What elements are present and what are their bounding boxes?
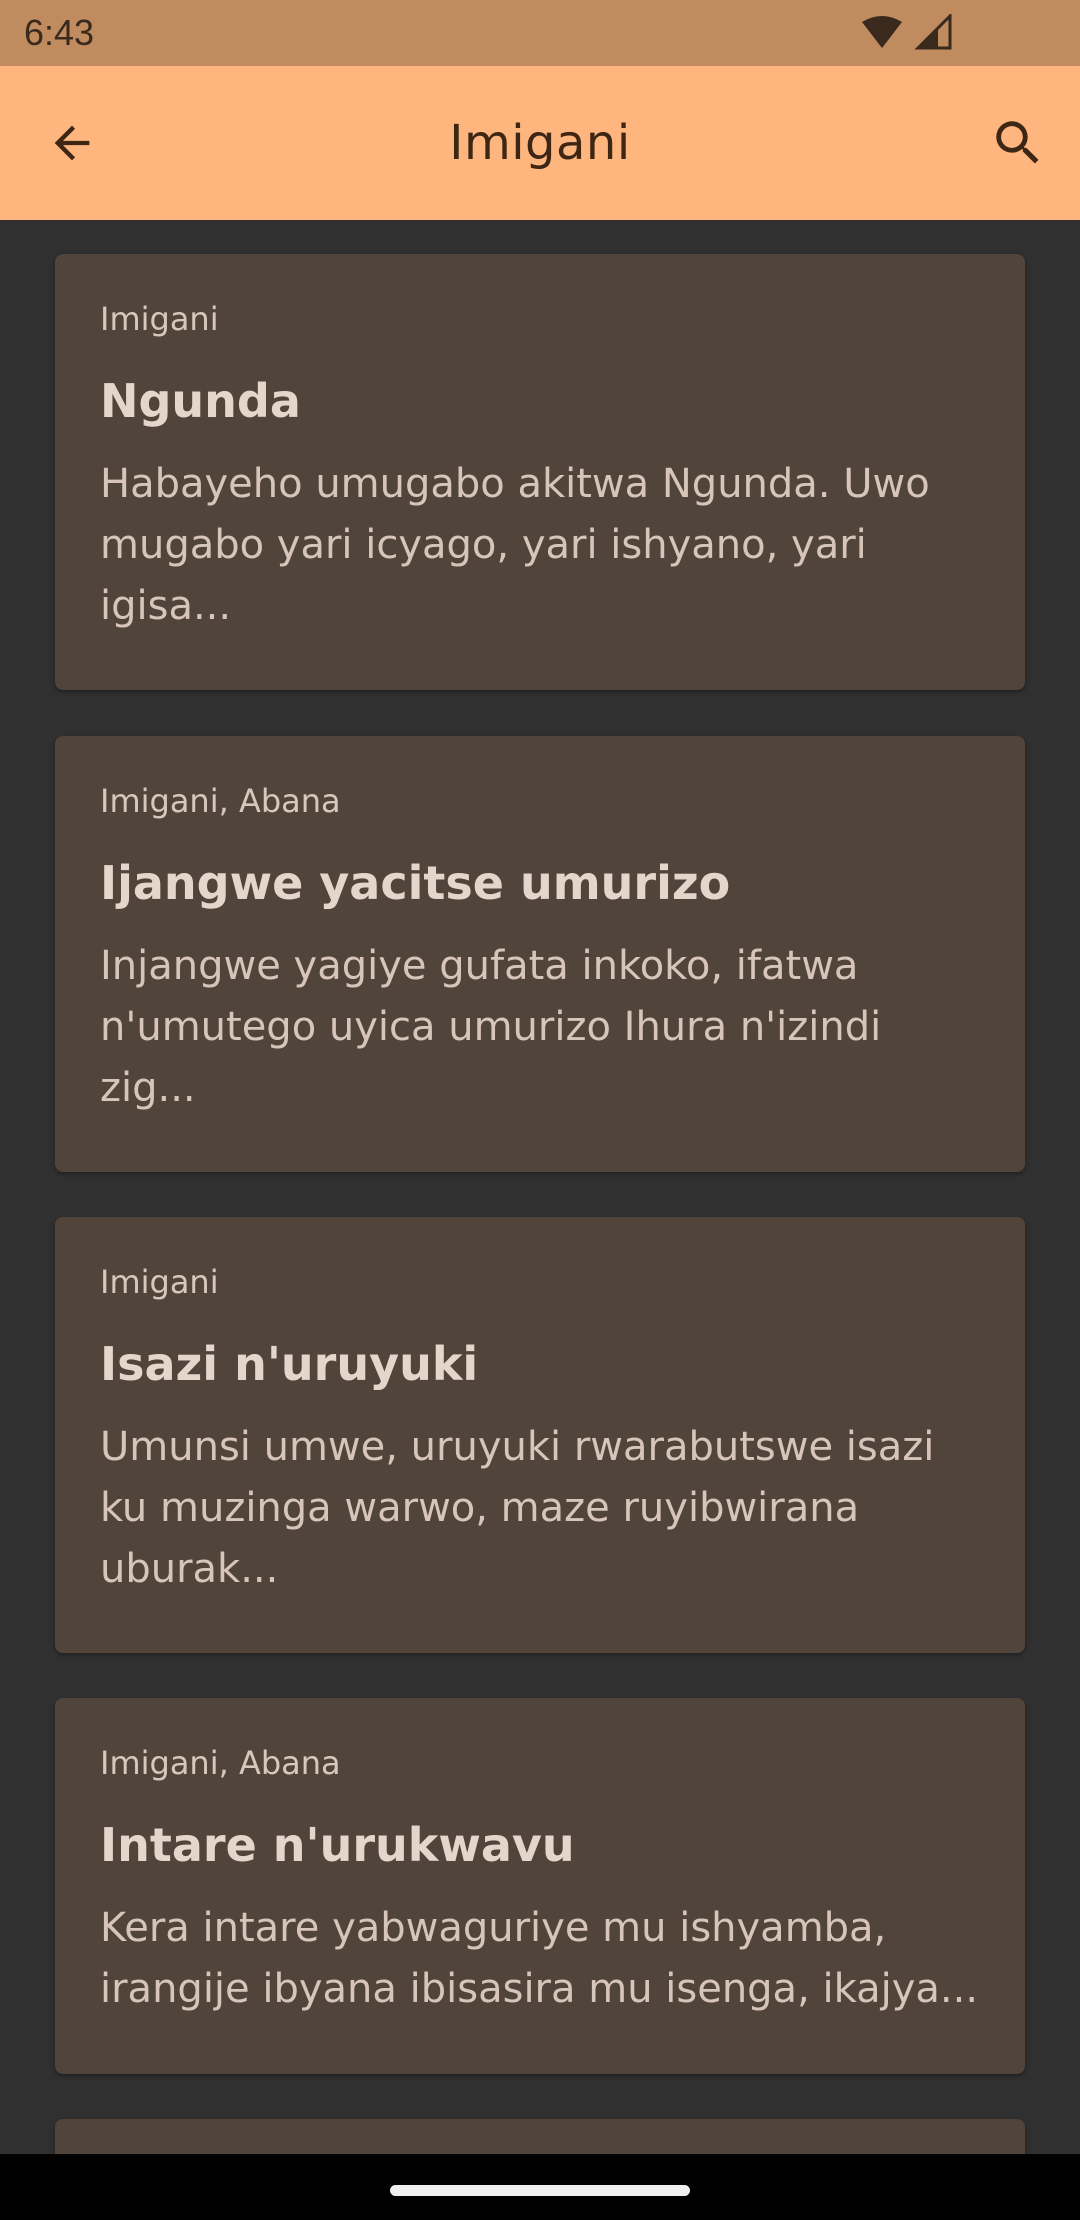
status-bar: 6:43	[0, 0, 1080, 66]
search-icon	[996, 121, 1039, 164]
status-time: 6:43	[24, 12, 95, 53]
story-title: Isazi n'uruyuki	[100, 1337, 479, 1391]
story-card[interactable]: Imigani, Abana Ijangwe yacitse umurizo I…	[55, 736, 1025, 1172]
story-excerpt: Habayeho umugabo akitwa Ngunda. Uwo muga…	[100, 461, 930, 629]
story-card[interactable]: Imigani Isazi n'uruyuki Umunsi umwe, uru…	[55, 1217, 1025, 1653]
story-card[interactable]: Imigani, Abana Intare n'urukwavu Kera in…	[55, 1698, 1025, 2074]
search-button[interactable]	[986, 111, 1050, 175]
story-excerpt: Umunsi umwe, uruyuki rwarabutswe isazi k…	[100, 1424, 935, 1592]
story-excerpt: Kera intare yabwaguriye mu ishyamba, ira…	[100, 1905, 979, 2012]
app-bar: Imigani	[0, 66, 1080, 220]
story-list[interactable]: Imigani Ngunda Habayeho umugabo akitwa N…	[0, 220, 1080, 2154]
navigation-bar	[0, 2154, 1080, 2220]
home-gesture-handle[interactable]	[390, 2185, 690, 2196]
story-category: Imigani	[100, 300, 219, 338]
story-category: Imigani	[100, 1263, 219, 1301]
story-title: Ngunda	[100, 374, 301, 428]
story-category: Imigani, Abana	[100, 782, 341, 820]
wifi-signal-icon	[862, 12, 952, 50]
story-title: Intare n'urukwavu	[100, 1818, 575, 1872]
status-icons	[860, 12, 960, 52]
story-card-partial[interactable]	[55, 2119, 1025, 2154]
story-category: Imigani, Abana	[100, 1744, 341, 1782]
story-excerpt: Injangwe yagiye gufata inkoko, ifatwa n'…	[100, 943, 882, 1111]
story-card[interactable]: Imigani Ngunda Habayeho umugabo akitwa N…	[55, 254, 1025, 690]
story-title: Ijangwe yacitse umurizo	[100, 856, 731, 910]
page-title: Imigani	[449, 115, 631, 171]
